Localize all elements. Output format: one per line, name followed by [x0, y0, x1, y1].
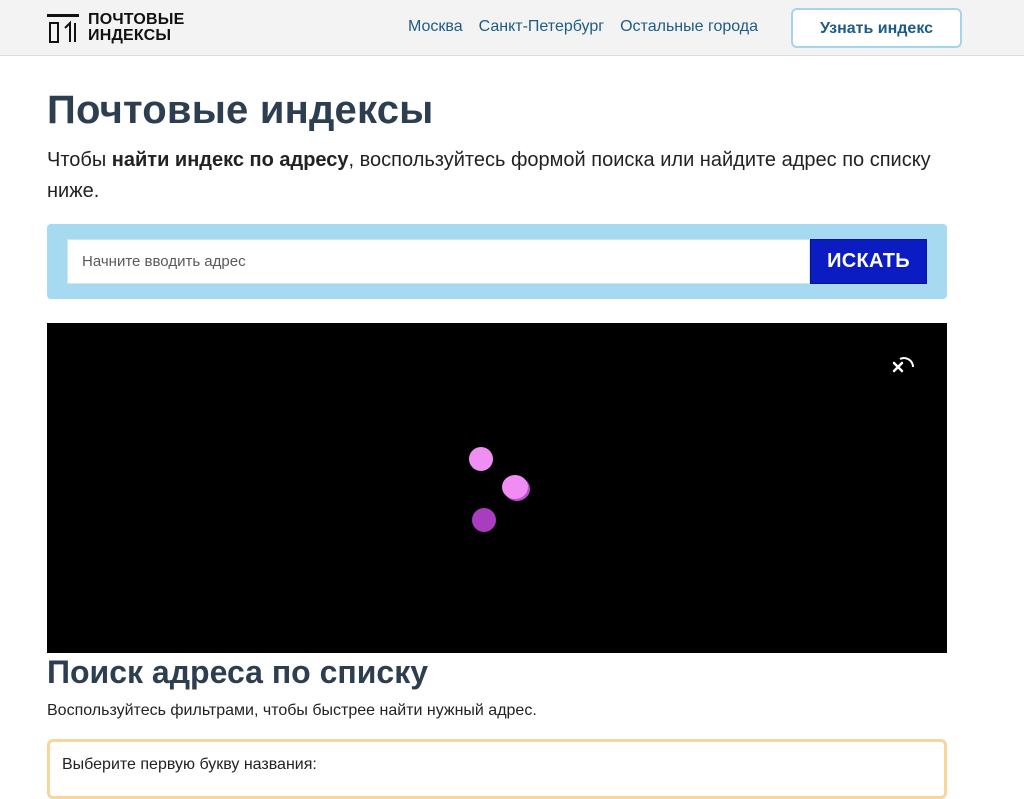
loading-dot — [472, 508, 496, 532]
find-index-button[interactable]: Узнать индекс — [791, 8, 962, 48]
lead-text: Чтобы найти индекс по адресу, воспользуй… — [47, 145, 947, 207]
section-hint: Воспользуйтесь фильтрами, чтобы быстрее … — [47, 702, 537, 719]
nav-link-moscow[interactable]: Москва — [408, 17, 463, 37]
close-icon[interactable] — [890, 353, 918, 381]
main-nav: Москва Санкт-Петербург Остальные города — [408, 17, 758, 37]
letter-filter-panel: Выберите первую букву названия: — [47, 739, 947, 799]
logo-line-2: ИНДЕКСЫ — [88, 27, 172, 44]
page-title: Почтовые индексы — [47, 88, 434, 132]
lead-prefix: Чтобы — [47, 149, 112, 171]
site-logo[interactable]: ПОЧТОВЫЕ ИНДЕКСЫ — [47, 12, 185, 44]
search-button[interactable]: ИСКАТЬ — [810, 239, 927, 284]
logo-text: ПОЧТОВЫЕ ИНДЕКСЫ — [88, 12, 185, 44]
ad-video-player[interactable] — [47, 323, 947, 653]
nav-link-spb[interactable]: Санкт-Петербург — [479, 17, 604, 37]
logo-line-1: ПОЧТОВЫЕ — [88, 11, 185, 28]
loading-dot — [502, 475, 528, 499]
logo-icon — [47, 14, 79, 43]
address-search-input[interactable] — [67, 239, 810, 284]
filter-label: Выберите первую букву названия: — [62, 756, 317, 773]
site-header: ПОЧТОВЫЕ ИНДЕКСЫ Москва Санкт-Петербург … — [0, 0, 1024, 56]
nav-link-other-cities[interactable]: Остальные города — [620, 17, 758, 37]
lead-bold: найти индекс по адресу — [111, 149, 349, 171]
section-title: Поиск адреса по списку — [47, 654, 428, 690]
loading-dot — [469, 447, 493, 471]
search-panel: ИСКАТЬ — [47, 224, 947, 299]
